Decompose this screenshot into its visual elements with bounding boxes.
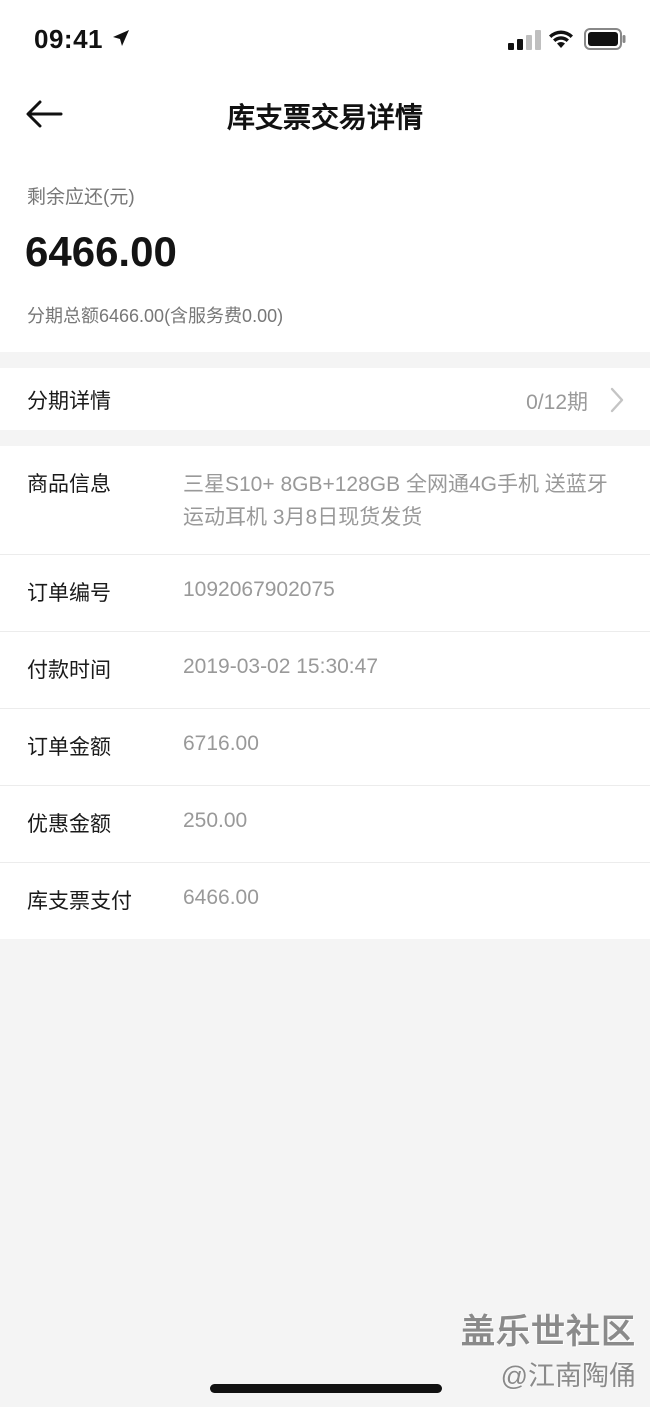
home-indicator [210,1384,442,1393]
order-details-list: 商品信息 三星S10+ 8GB+128GB 全网通4G手机 送蓝牙运动耳机 3月… [0,446,650,939]
installment-progress: 0/12期 [526,391,588,414]
remaining-label: 剩余应还(元) [27,187,135,208]
wifi-icon [549,30,573,48]
detail-value: 250.00 [183,809,248,832]
detail-value: 6716.00 [183,732,259,755]
repayment-summary: 剩余应还(元) 6466.00 分期总额6466.00(含服务费0.00) [0,152,650,352]
detail-value: 三星S10+ 8GB+128GB 全网通4G手机 送蓝牙运动耳机 3月8日现货发… [183,473,608,529]
detail-row-payment-time: 付款时间 2019-03-02 15:30:47 [0,632,650,709]
detail-row-payment-amount: 库支票支付 6466.00 [0,863,650,939]
status-time: 09:41 [34,24,103,54]
detail-label: 订单金额 [27,736,111,759]
status-bar: 09:41 [0,0,650,80]
installment-label: 分期详情 [27,390,111,413]
remaining-amount: 6466.00 [25,228,177,275]
watermark-author: @江南陶俑 [500,1361,636,1391]
detail-label: 付款时间 [27,659,111,682]
detail-label: 库支票支付 [27,890,132,913]
detail-row-discount-amount: 优惠金额 250.00 [0,786,650,863]
signal-icon [508,30,541,50]
installment-total-text: 分期总额6466.00(含服务费0.00) [27,306,284,326]
detail-label: 商品信息 [27,473,111,496]
detail-row-product: 商品信息 三星S10+ 8GB+128GB 全网通4G手机 送蓝牙运动耳机 3月… [0,446,650,555]
installment-details-row[interactable]: 分期详情 0/12期 [0,368,650,430]
nav-bar: 库支票交易详情 [0,80,650,152]
battery-icon [584,28,626,50]
detail-value: 6466.00 [183,886,259,909]
detail-value: 2019-03-02 15:30:47 [183,655,378,678]
page-title: 库支票交易详情 [226,102,423,133]
detail-value: 1092067902075 [183,578,335,601]
location-arrow-icon [113,30,129,46]
detail-label: 订单编号 [27,582,111,605]
watermark-logo: 盖乐世社区 [461,1313,636,1351]
detail-row-order-amount: 订单金额 6716.00 [0,709,650,786]
detail-row-order-number: 订单编号 1092067902075 [0,555,650,632]
detail-label: 优惠金额 [27,813,111,836]
chevron-right-icon [610,387,624,413]
